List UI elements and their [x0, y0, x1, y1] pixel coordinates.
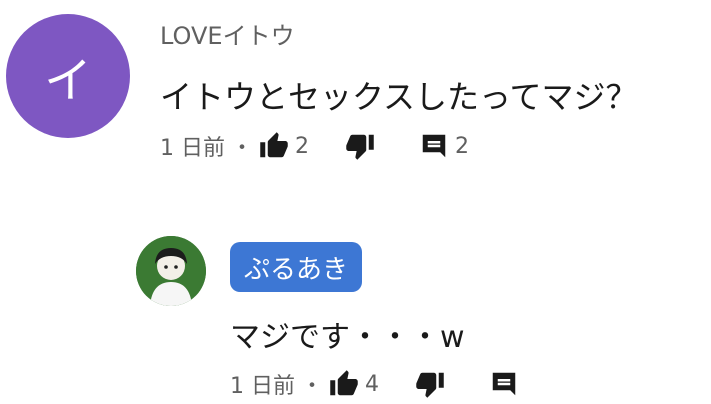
- comment-icon: [422, 134, 446, 158]
- thumb-down-icon: [416, 372, 444, 398]
- reply-count: 2: [455, 133, 470, 159]
- thumb-up-icon: [330, 370, 358, 396]
- like-count: 4: [365, 371, 380, 397]
- commenter-avatar[interactable]: イ: [6, 14, 130, 138]
- dislike-button[interactable]: [415, 369, 445, 399]
- comment-timestamp[interactable]: 1 日前: [160, 130, 225, 162]
- comment-action-bar: 1 日前 ・ 2 2: [160, 128, 469, 164]
- reply-button[interactable]: [489, 369, 519, 399]
- reply-button[interactable]: [419, 131, 449, 161]
- like-button[interactable]: [259, 131, 289, 161]
- avatar-character-image: [136, 236, 206, 306]
- reply-timestamp[interactable]: 1 日前: [230, 368, 295, 400]
- like-count: 2: [295, 133, 310, 159]
- like-button[interactable]: [329, 369, 359, 399]
- reply-author-name: ぷるあき: [244, 254, 349, 285]
- avatar-initial: イ: [43, 53, 92, 109]
- dislike-button[interactable]: [345, 131, 375, 161]
- meta-separator: ・: [231, 136, 254, 161]
- reply-action-bar: 1 日前 ・ 4: [230, 366, 519, 402]
- thumb-up-icon: [260, 132, 288, 158]
- reply-author-avatar[interactable]: [136, 236, 206, 306]
- reply-author-badge[interactable]: ぷるあき: [230, 242, 363, 292]
- reply-text: マジです・・・w: [230, 320, 465, 355]
- comment-icon: [492, 372, 516, 396]
- meta-separator: ・: [301, 374, 324, 399]
- comment-text: イトウとセックスしたってマジ？: [160, 78, 638, 116]
- comment-author-name[interactable]: LOVEイトウ: [160, 16, 295, 51]
- thumb-down-icon: [346, 134, 374, 160]
